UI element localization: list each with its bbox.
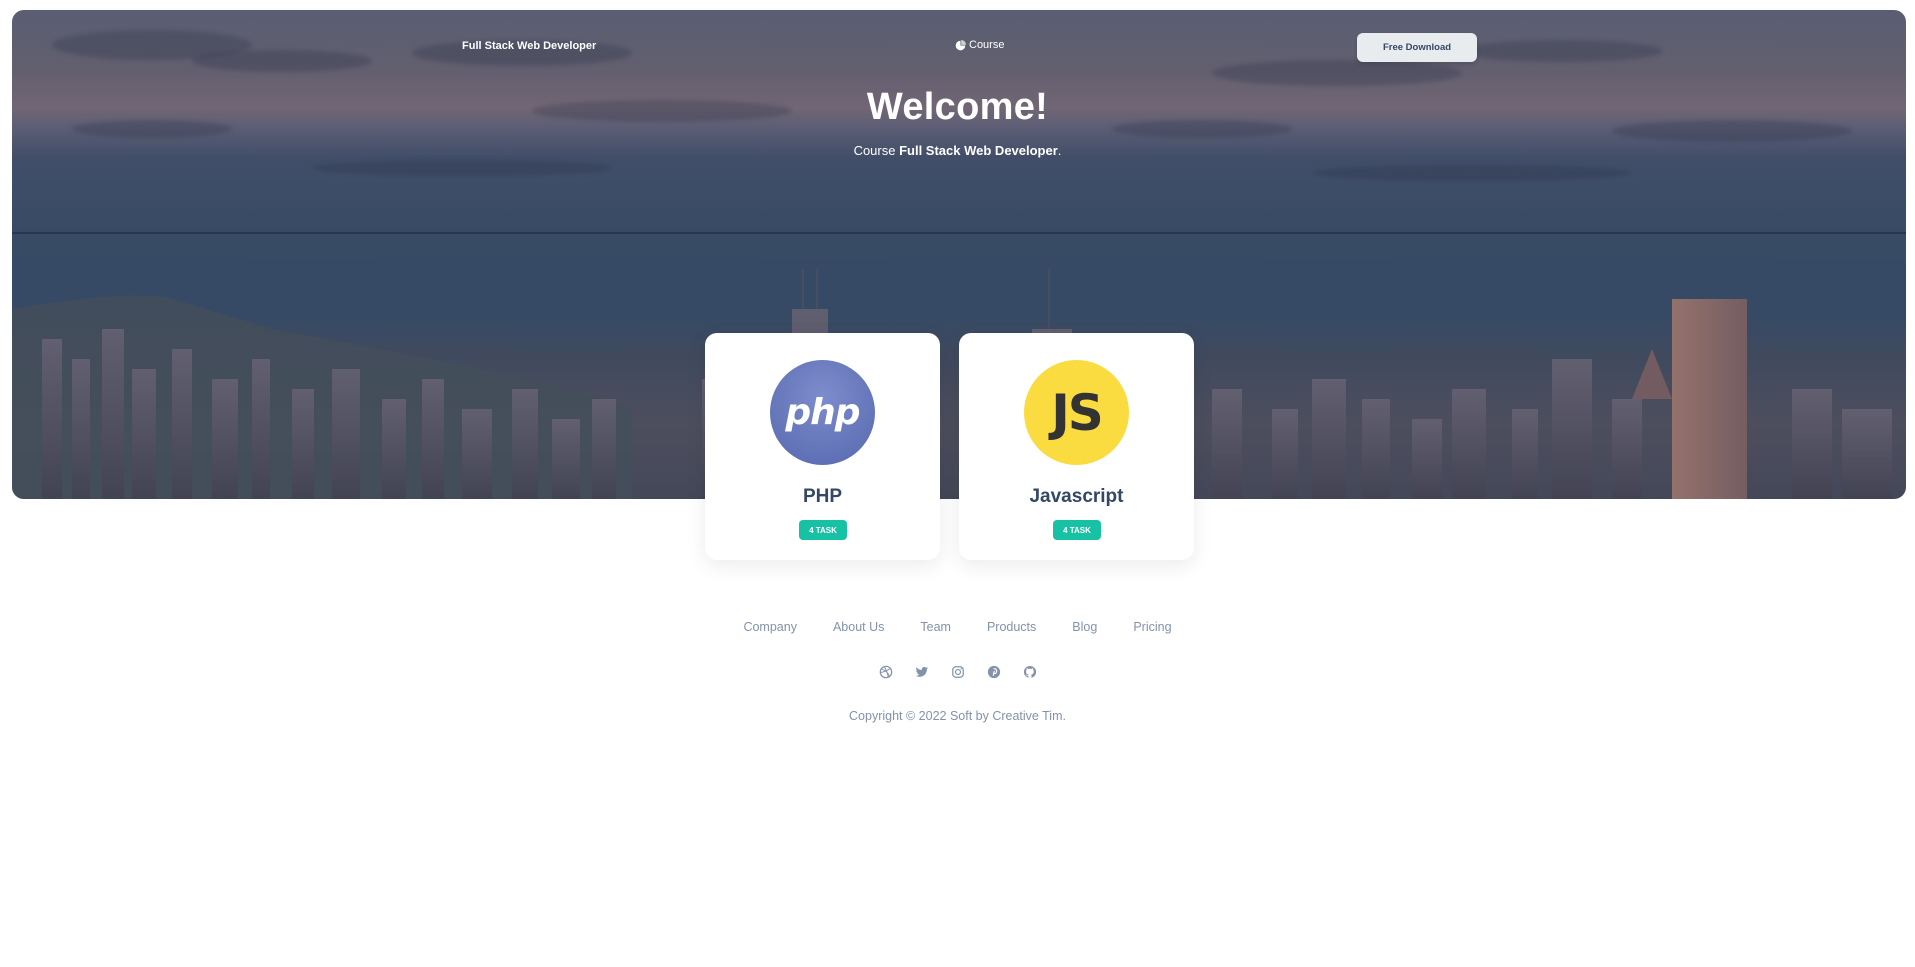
navbar-brand[interactable]: Full Stack Web Developer: [462, 40, 596, 52]
javascript-logo-icon: JS: [1024, 360, 1129, 465]
footer-link-team[interactable]: Team: [902, 620, 969, 634]
copyright-text: Copyright © 2022 Soft by Creative Tim.: [849, 709, 1066, 723]
pinterest-icon[interactable]: [986, 664, 1002, 680]
js-logo-text: JS: [1051, 383, 1104, 442]
php-logo-icon: php: [770, 360, 875, 465]
php-logo-text: php: [785, 392, 860, 433]
github-icon[interactable]: [1022, 664, 1038, 680]
footer-link-company[interactable]: Company: [725, 620, 815, 634]
footer-link-about-us[interactable]: About Us: [815, 620, 902, 634]
subtitle-prefix: Course: [853, 143, 900, 158]
page-title: Welcome!: [866, 86, 1049, 128]
footer-links: Company About Us Team Products Blog Pric…: [0, 620, 1915, 634]
course-card-php[interactable]: php PHP 4 TASK: [705, 333, 940, 560]
instagram-icon[interactable]: [950, 664, 966, 680]
navbar: Full Stack Web Developer Course Free Dow…: [12, 10, 1906, 66]
footer-link-products[interactable]: Products: [969, 620, 1054, 634]
task-count-badge: 4 TASK: [1053, 520, 1101, 540]
dribbble-icon[interactable]: [878, 664, 894, 680]
footer-link-blog[interactable]: Blog: [1054, 620, 1115, 634]
social-links: [0, 664, 1915, 680]
subtitle-suffix: .: [1057, 143, 1062, 158]
free-download-button[interactable]: Free Download: [1357, 33, 1477, 62]
course-card-javascript[interactable]: JS Javascript 4 TASK: [959, 333, 1194, 560]
nav-link-course[interactable]: Course: [955, 39, 1004, 51]
nav-link-course-label: Course: [969, 39, 1005, 51]
card-title: Javascript: [1029, 486, 1124, 507]
pie-chart-icon: [955, 39, 966, 50]
card-title: PHP: [802, 486, 843, 507]
task-count-badge: 4 TASK: [799, 520, 847, 540]
hero-subtitle: Course Full Stack Web Developer.: [0, 143, 1915, 158]
twitter-icon[interactable]: [914, 664, 930, 680]
footer-link-pricing[interactable]: Pricing: [1115, 620, 1189, 634]
subtitle-bold: Full Stack Web Developer: [899, 143, 1058, 158]
